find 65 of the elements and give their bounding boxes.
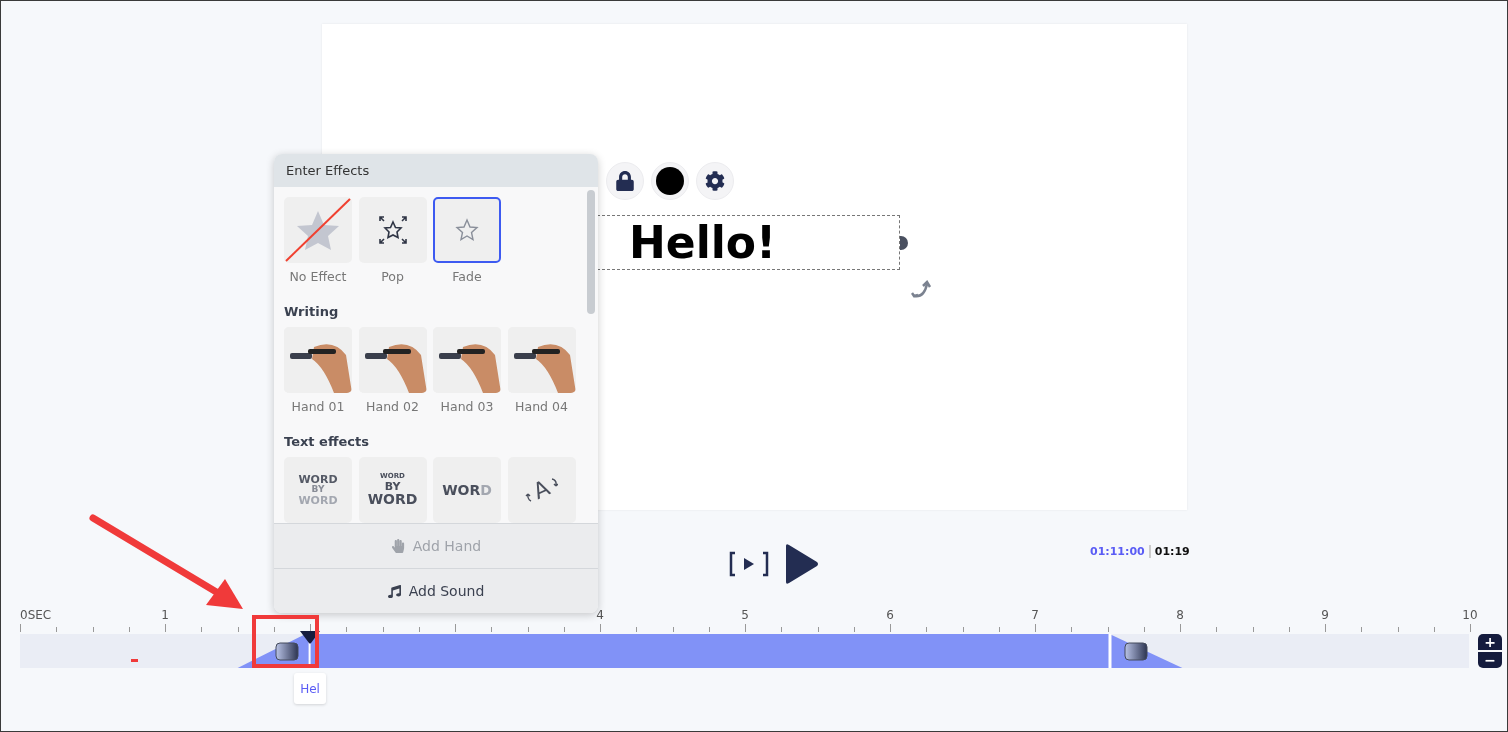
time-label: 10 — [1462, 608, 1478, 622]
effect-label: Hand 01 — [291, 399, 345, 414]
lock-icon — [615, 171, 635, 191]
effect-tile[interactable]: A — [507, 457, 576, 523]
crossed-star-icon — [284, 197, 352, 263]
time-label: 4 — [596, 608, 604, 622]
start-handle-icon[interactable] — [275, 642, 299, 661]
current-time: 01:11:00 — [1090, 545, 1145, 558]
effect-tile[interactable]: WORD — [433, 457, 501, 523]
time-label: 7 — [1031, 608, 1039, 622]
effect-label: Hand 04 — [515, 399, 568, 414]
hand-icon — [390, 539, 405, 553]
effect-tile[interactable]: WORD BY WORD — [284, 457, 352, 523]
time-label: 1 — [161, 608, 169, 622]
thumbnail-word: BY — [311, 485, 325, 495]
thumbnail-word: WORD — [298, 473, 338, 486]
color-button[interactable] — [651, 162, 689, 200]
audio-marker-icon — [131, 659, 138, 662]
zoom-in-button[interactable]: + — [1478, 634, 1502, 650]
time-label: 6 — [886, 608, 894, 622]
end-handle-icon[interactable] — [1124, 642, 1148, 661]
clip-tooltip: Hel — [294, 673, 326, 704]
thumbnail-word: WOR — [442, 482, 481, 498]
time-label: 0SEC — [20, 608, 52, 622]
timeline-track[interactable] — [20, 634, 1469, 668]
resize-handle[interactable] — [900, 236, 908, 250]
zoom-out-button[interactable]: − — [1478, 652, 1502, 668]
star-expand-icon — [376, 214, 409, 246]
time-label: 9 — [1321, 608, 1329, 622]
rotate-handle-icon[interactable] — [911, 280, 933, 300]
color-swatch — [656, 167, 684, 195]
effect-tile[interactable] — [284, 197, 352, 263]
lock-button[interactable] — [606, 162, 644, 200]
effect-label: Hand 02 — [366, 399, 419, 414]
clip-region[interactable] — [237, 634, 1183, 668]
effect-label: Pop — [381, 269, 404, 284]
settings-icon — [705, 171, 725, 191]
time-label: 5 — [741, 608, 749, 622]
playhead-marker-icon[interactable] — [299, 630, 321, 644]
effect-label: Fade — [452, 269, 482, 284]
effect-label: Hand 03 — [440, 399, 494, 414]
section-title: Writing — [284, 304, 340, 319]
scrollbar[interactable] — [587, 190, 595, 314]
settings-button[interactable] — [696, 162, 734, 200]
add-sound-button[interactable]: Add Sound — [274, 568, 598, 613]
thumbnail-word: WORD — [298, 494, 338, 507]
highlight-frame — [252, 615, 319, 668]
preview-selection-icon[interactable] — [728, 551, 770, 577]
star-icon — [455, 218, 479, 242]
effect-label: No Effect — [289, 269, 347, 284]
rotate-arrow-icon — [550, 478, 559, 489]
effect-tile[interactable] — [358, 197, 427, 263]
time-label: 8 — [1176, 608, 1184, 622]
music-note-icon — [387, 584, 401, 598]
canvas-text: Hello! — [629, 220, 777, 265]
effect-tile[interactable] — [433, 197, 501, 263]
section-title: Text effects — [284, 434, 370, 449]
panel-title: Enter Effects — [274, 154, 598, 187]
thumbnail-word: WORD — [367, 492, 418, 507]
total-duration: 01:19 — [1148, 545, 1190, 558]
play-icon[interactable] — [784, 543, 820, 585]
thumbnail-word: BY — [384, 480, 401, 493]
thumbnail-word: D — [480, 482, 492, 498]
rotate-arrow-icon — [524, 491, 533, 502]
thumbnail-letter: A — [529, 476, 554, 504]
